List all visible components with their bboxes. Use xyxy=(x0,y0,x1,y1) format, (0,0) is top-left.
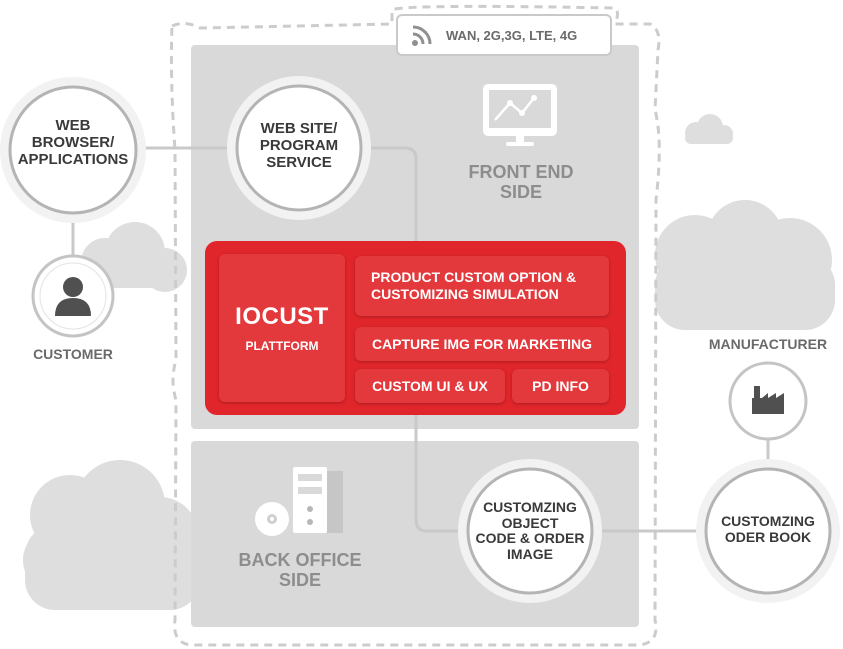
module-custom-ui: CUSTOM UI & UX xyxy=(355,369,505,403)
network-label: WAN, 2G,3G, LTE, 4G xyxy=(446,27,578,43)
customer-label: CUSTOMER xyxy=(33,346,113,362)
iocust-platform: IOCUST PLATTFORM PRODUCT CUSTOM OPTION &… xyxy=(205,241,626,415)
customizing-object-label: CUSTOMZING OBJECT CODE & ORDER IMAGE xyxy=(475,499,585,563)
network-tag: WAN, 2G,3G, LTE, 4G xyxy=(396,14,612,56)
wifi-icon xyxy=(412,25,432,46)
platform-name-box: IOCUST PLATTFORM xyxy=(219,254,345,402)
disc-icon xyxy=(255,502,289,536)
module-capture-img: CAPTURE IMG FOR MARKETING xyxy=(355,327,609,361)
back-office-label: BACK OFFICE SIDE xyxy=(238,550,362,591)
module-custom-option: PRODUCT CUSTOM OPTION & CUSTOMIZING SIMU… xyxy=(355,256,609,316)
cloud-icon xyxy=(655,200,835,330)
manufacturer-label: MANUFACTURER xyxy=(708,336,828,352)
web-browser-label: WEB BROWSER/ APPLICATIONS xyxy=(17,117,129,168)
web-site-label: WEB SITE/ PROGRAM SERVICE xyxy=(259,120,339,171)
order-book-label: CUSTOMZING ODER BOOK xyxy=(721,513,815,545)
server-icon xyxy=(293,467,343,533)
architecture-diagram: WAN, 2G,3G, LTE, 4G WEB BROWSER/ APPLICA… xyxy=(0,0,843,649)
cloud-icon xyxy=(685,114,733,144)
front-end-label: FRONT END SIDE xyxy=(468,162,574,203)
module-pd-info: PD INFO xyxy=(512,369,609,403)
cloud-icon xyxy=(23,460,200,610)
platform-subtitle: PLATTFORM xyxy=(245,339,319,353)
platform-title: IOCUST xyxy=(235,303,329,330)
